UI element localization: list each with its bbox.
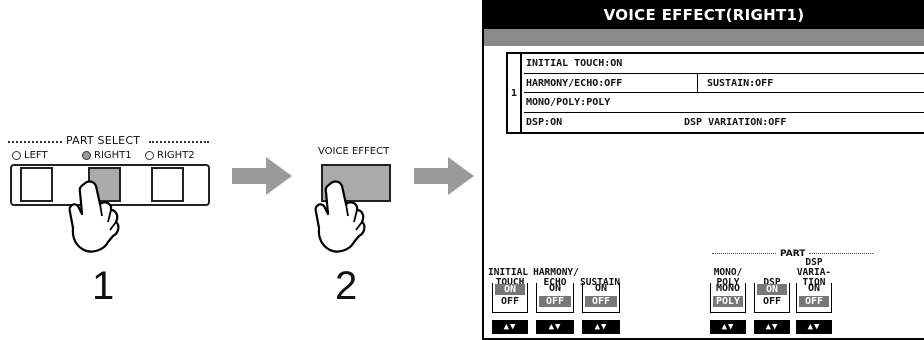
lcd-title: VOICE EFFECT(RIGHT1) — [484, 2, 924, 29]
sustain-value: SUSTAIN:OFF — [707, 77, 774, 89]
arrow-right-icon — [232, 157, 292, 195]
led-right1: RIGHT1 — [82, 150, 132, 161]
option-off: OFF — [539, 296, 571, 307]
pressing-hand-icon — [68, 180, 120, 253]
sustain-selector[interactable]: ON OFF — [582, 283, 620, 313]
harmony-echo-value: HARMONY/ECHO:OFF — [526, 77, 623, 89]
initial-touch-selector[interactable]: ON OFF — [492, 283, 528, 313]
part-group-label: PART — [708, 249, 877, 259]
led-right2: RIGHT2 — [145, 150, 195, 161]
row-dsp[interactable]: DSP:ON DSP VARIATION:OFF — [524, 113, 924, 133]
list-index: 1 — [508, 54, 522, 132]
row-initial-touch[interactable]: INITIAL TOUCH:ON — [524, 54, 924, 74]
divider — [697, 73, 698, 93]
part-right2-button[interactable] — [151, 167, 184, 202]
voice-effect-label: VOICE EFFECT — [318, 146, 390, 157]
led-left: LEFT — [12, 150, 48, 161]
led-label-right2: RIGHT2 — [157, 150, 195, 161]
initial-touch-up-down-icon[interactable]: ▲▼ — [492, 320, 528, 334]
option-on: ON — [757, 284, 787, 295]
dotted-rule-left — [8, 141, 62, 143]
option-on: ON — [807, 283, 821, 294]
option-on: ON — [548, 283, 562, 294]
step-number-1: 1 — [92, 264, 115, 308]
arrow-right-icon — [414, 157, 474, 195]
led-label-left: LEFT — [24, 150, 48, 161]
dsp-up-down-icon[interactable]: ▲▼ — [754, 320, 790, 334]
row-mono-poly[interactable]: MONO/POLY:POLY — [524, 93, 924, 113]
lcd-screen: VOICE EFFECT(RIGHT1) 1 INITIAL TOUCH:ON … — [482, 0, 924, 340]
dsp-variation-up-down-icon[interactable]: ▲▼ — [796, 320, 832, 334]
lcd-tab-bar — [484, 29, 924, 46]
part-left-button[interactable] — [20, 167, 53, 202]
option-poly: POLY — [713, 296, 743, 307]
option-off: OFF — [762, 296, 782, 307]
led-indicator-icon — [82, 151, 91, 160]
dsp-value: DSP:ON — [526, 116, 563, 128]
option-mono: MONO — [715, 283, 741, 294]
row-harmony-sustain[interactable]: HARMONY/ECHO:OFF SUSTAIN:OFF — [524, 73, 924, 93]
voice-effect-settings-list: 1 INITIAL TOUCH:ON HARMONY/ECHO:OFF SUST… — [506, 52, 924, 134]
option-on: ON — [495, 284, 525, 295]
dsp-variation-selector[interactable]: ON OFF — [796, 283, 832, 313]
dotted-rule-right — [149, 141, 209, 143]
led-indicator-icon — [145, 151, 154, 160]
pressing-hand-icon — [314, 180, 366, 253]
mono-poly-selector[interactable]: MONO POLY — [710, 283, 746, 313]
led-indicator-icon — [12, 151, 21, 160]
dsp-selector[interactable]: ON OFF — [754, 283, 790, 313]
dotted-rule — [809, 253, 874, 254]
option-off: OFF — [500, 296, 520, 307]
option-off: OFF — [799, 296, 829, 307]
mono-poly-up-down-icon[interactable]: ▲▼ — [710, 320, 746, 334]
option-on: ON — [594, 283, 608, 294]
dotted-rule — [712, 253, 776, 254]
sustain-up-down-icon[interactable]: ▲▼ — [582, 320, 620, 334]
step-number-2: 2 — [335, 264, 358, 308]
led-label-right1: RIGHT1 — [94, 150, 132, 161]
harmony-echo-selector[interactable]: ON OFF — [536, 283, 574, 313]
part-select-title: PART SELECT — [66, 134, 141, 147]
option-off: OFF — [585, 296, 617, 307]
harmony-echo-up-down-icon[interactable]: ▲▼ — [536, 320, 574, 334]
dsp-variation-value: DSP VARIATION:OFF — [684, 116, 787, 128]
